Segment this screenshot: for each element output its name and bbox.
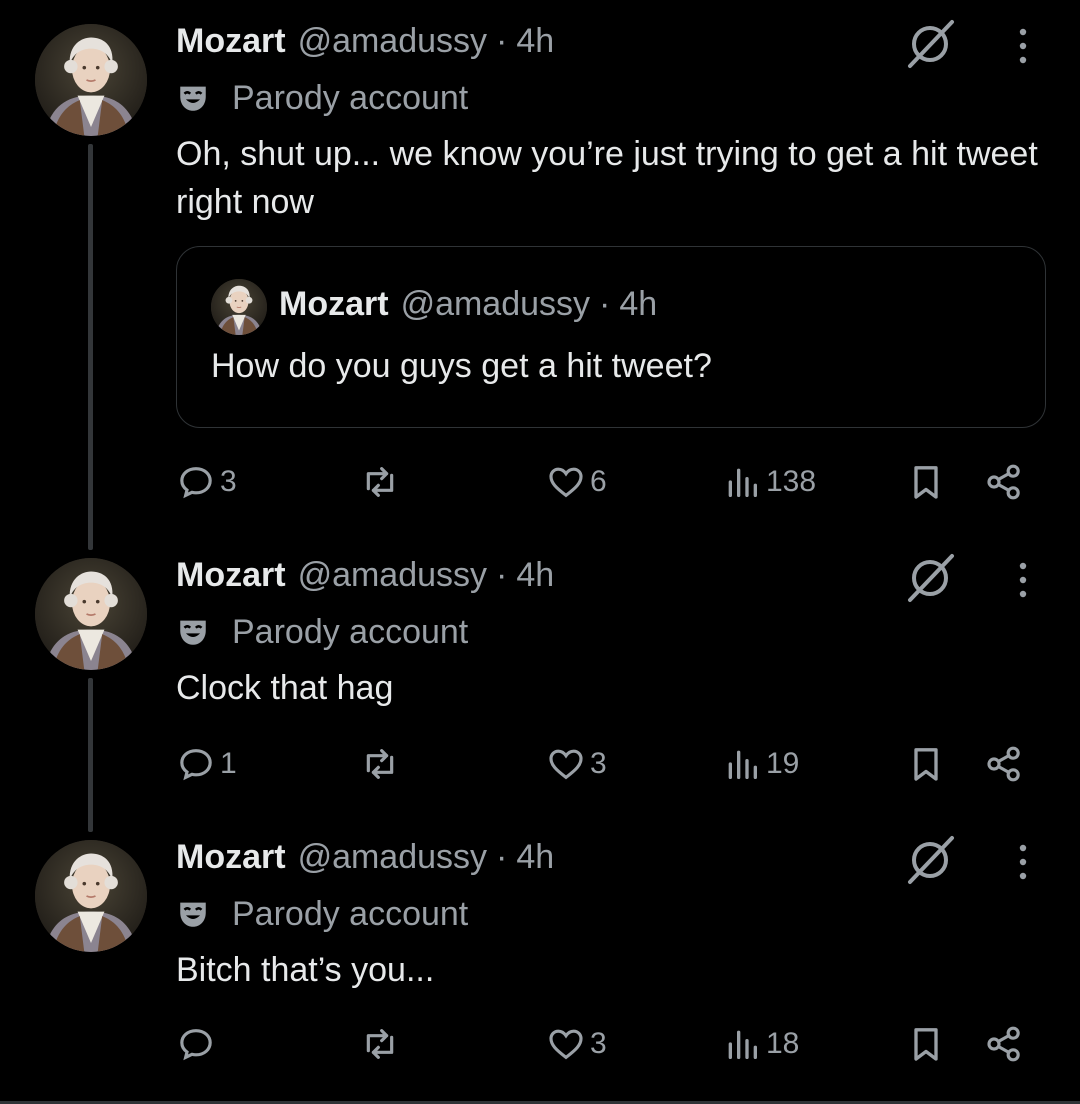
reply-icon bbox=[180, 467, 212, 499]
reply-icon bbox=[180, 749, 212, 781]
repost-icon bbox=[366, 1029, 394, 1059]
avatar[interactable] bbox=[35, 558, 147, 670]
quote-text: How do you guys get a hit tweet? bbox=[211, 347, 712, 385]
tweet-text: Bitch that’s you... bbox=[176, 951, 435, 989]
quote-avatar[interactable] bbox=[211, 279, 267, 335]
parody-text: Parody account bbox=[232, 78, 469, 117]
avatar[interactable] bbox=[35, 840, 147, 952]
grok-icon[interactable] bbox=[904, 832, 958, 886]
author-handle[interactable]: @amadussy bbox=[298, 556, 487, 595]
share-icon bbox=[987, 464, 1020, 500]
author-name[interactable]: Mozart bbox=[176, 556, 286, 595]
separator-dot: · bbox=[496, 556, 508, 594]
parody-text: Parody account bbox=[232, 612, 469, 651]
like-count: 6 bbox=[590, 465, 607, 498]
heart-icon bbox=[549, 1029, 583, 1060]
bookmark-icon bbox=[914, 466, 938, 499]
reply-button[interactable]: 3 bbox=[176, 460, 237, 504]
parody-label: Parody account bbox=[176, 894, 468, 934]
views-count: 19 bbox=[766, 747, 800, 780]
share-icon bbox=[987, 746, 1020, 782]
bookmark-button[interactable] bbox=[906, 460, 946, 504]
bookmark-button[interactable] bbox=[906, 742, 946, 786]
heart-icon bbox=[549, 749, 583, 780]
quote-header: Mozart @amadussy · 4h bbox=[279, 285, 657, 324]
repost-button[interactable] bbox=[360, 742, 404, 786]
timestamp[interactable]: 4h bbox=[516, 838, 554, 877]
share-button[interactable] bbox=[984, 1022, 1024, 1066]
action-bar: 3 18 bbox=[0, 1022, 1080, 1066]
quoted-tweet[interactable]: Mozart @amadussy · 4h How do you guys ge… bbox=[176, 246, 1046, 428]
tweet-text: Oh, shut up... we know you’re just tryin… bbox=[176, 135, 1038, 221]
views-chart-icon bbox=[728, 468, 757, 497]
reply-icon bbox=[180, 1029, 212, 1061]
reply-button[interactable] bbox=[176, 1022, 220, 1066]
like-count: 3 bbox=[590, 1027, 607, 1060]
like-button[interactable]: 3 bbox=[546, 742, 607, 786]
tweet-header: Mozart @amadussy · 4h bbox=[176, 556, 554, 596]
parody-mask-icon bbox=[180, 620, 206, 645]
heart-icon bbox=[549, 467, 583, 498]
tweet-header: Mozart @amadussy · 4h bbox=[176, 22, 554, 62]
bookmark-icon bbox=[914, 1028, 938, 1061]
separator-dot: · bbox=[496, 22, 508, 60]
views-button[interactable]: 138 bbox=[722, 460, 816, 504]
share-icon bbox=[987, 1026, 1020, 1062]
action-bar: 3 6 138 bbox=[0, 460, 1080, 504]
tweet-text: Clock that hag bbox=[176, 669, 394, 707]
grok-icon[interactable] bbox=[904, 16, 958, 70]
quote-author-name[interactable]: Mozart bbox=[279, 285, 389, 324]
views-button[interactable]: 18 bbox=[722, 1022, 799, 1066]
views-chart-icon bbox=[728, 750, 757, 779]
share-button[interactable] bbox=[984, 742, 1024, 786]
separator-dot: · bbox=[496, 838, 508, 876]
parody-label: Parody account bbox=[176, 78, 468, 118]
more-vertical-icon[interactable] bbox=[1010, 558, 1036, 602]
repost-button[interactable] bbox=[360, 460, 404, 504]
views-count: 18 bbox=[766, 1027, 800, 1060]
parody-label: Parody account bbox=[176, 612, 468, 652]
parody-mask-icon bbox=[180, 902, 206, 927]
author-name[interactable]: Mozart bbox=[176, 838, 286, 877]
tweet-header: Mozart @amadussy · 4h bbox=[176, 838, 554, 878]
action-bar: 1 3 19 bbox=[0, 742, 1080, 786]
author-handle[interactable]: @amadussy bbox=[298, 22, 487, 61]
parody-text: Parody account bbox=[232, 894, 469, 933]
grok-icon[interactable] bbox=[904, 550, 958, 604]
avatar[interactable] bbox=[35, 24, 147, 136]
like-button[interactable]: 3 bbox=[546, 1022, 607, 1066]
views-chart-icon bbox=[728, 1030, 757, 1059]
quote-timestamp[interactable]: 4h bbox=[619, 285, 657, 324]
bookmark-icon bbox=[914, 748, 938, 781]
like-button[interactable]: 6 bbox=[546, 460, 607, 504]
reply-count: 1 bbox=[220, 747, 237, 780]
quote-author-handle[interactable]: @amadussy bbox=[401, 285, 590, 324]
like-count: 3 bbox=[590, 747, 607, 780]
more-vertical-icon[interactable] bbox=[1010, 840, 1036, 884]
repost-button[interactable] bbox=[360, 1022, 404, 1066]
author-handle[interactable]: @amadussy bbox=[298, 838, 487, 877]
timestamp[interactable]: 4h bbox=[516, 22, 554, 61]
repost-icon bbox=[366, 467, 394, 497]
bookmark-button[interactable] bbox=[906, 1022, 946, 1066]
views-button[interactable]: 19 bbox=[722, 742, 799, 786]
more-vertical-icon[interactable] bbox=[1010, 24, 1036, 68]
author-name[interactable]: Mozart bbox=[176, 22, 286, 61]
views-count: 138 bbox=[766, 465, 817, 498]
reply-count: 3 bbox=[220, 465, 237, 498]
reply-button[interactable]: 1 bbox=[176, 742, 237, 786]
separator-dot: · bbox=[599, 285, 611, 323]
repost-icon bbox=[366, 749, 394, 779]
share-button[interactable] bbox=[984, 460, 1024, 504]
timestamp[interactable]: 4h bbox=[516, 556, 554, 595]
parody-mask-icon bbox=[180, 86, 206, 111]
